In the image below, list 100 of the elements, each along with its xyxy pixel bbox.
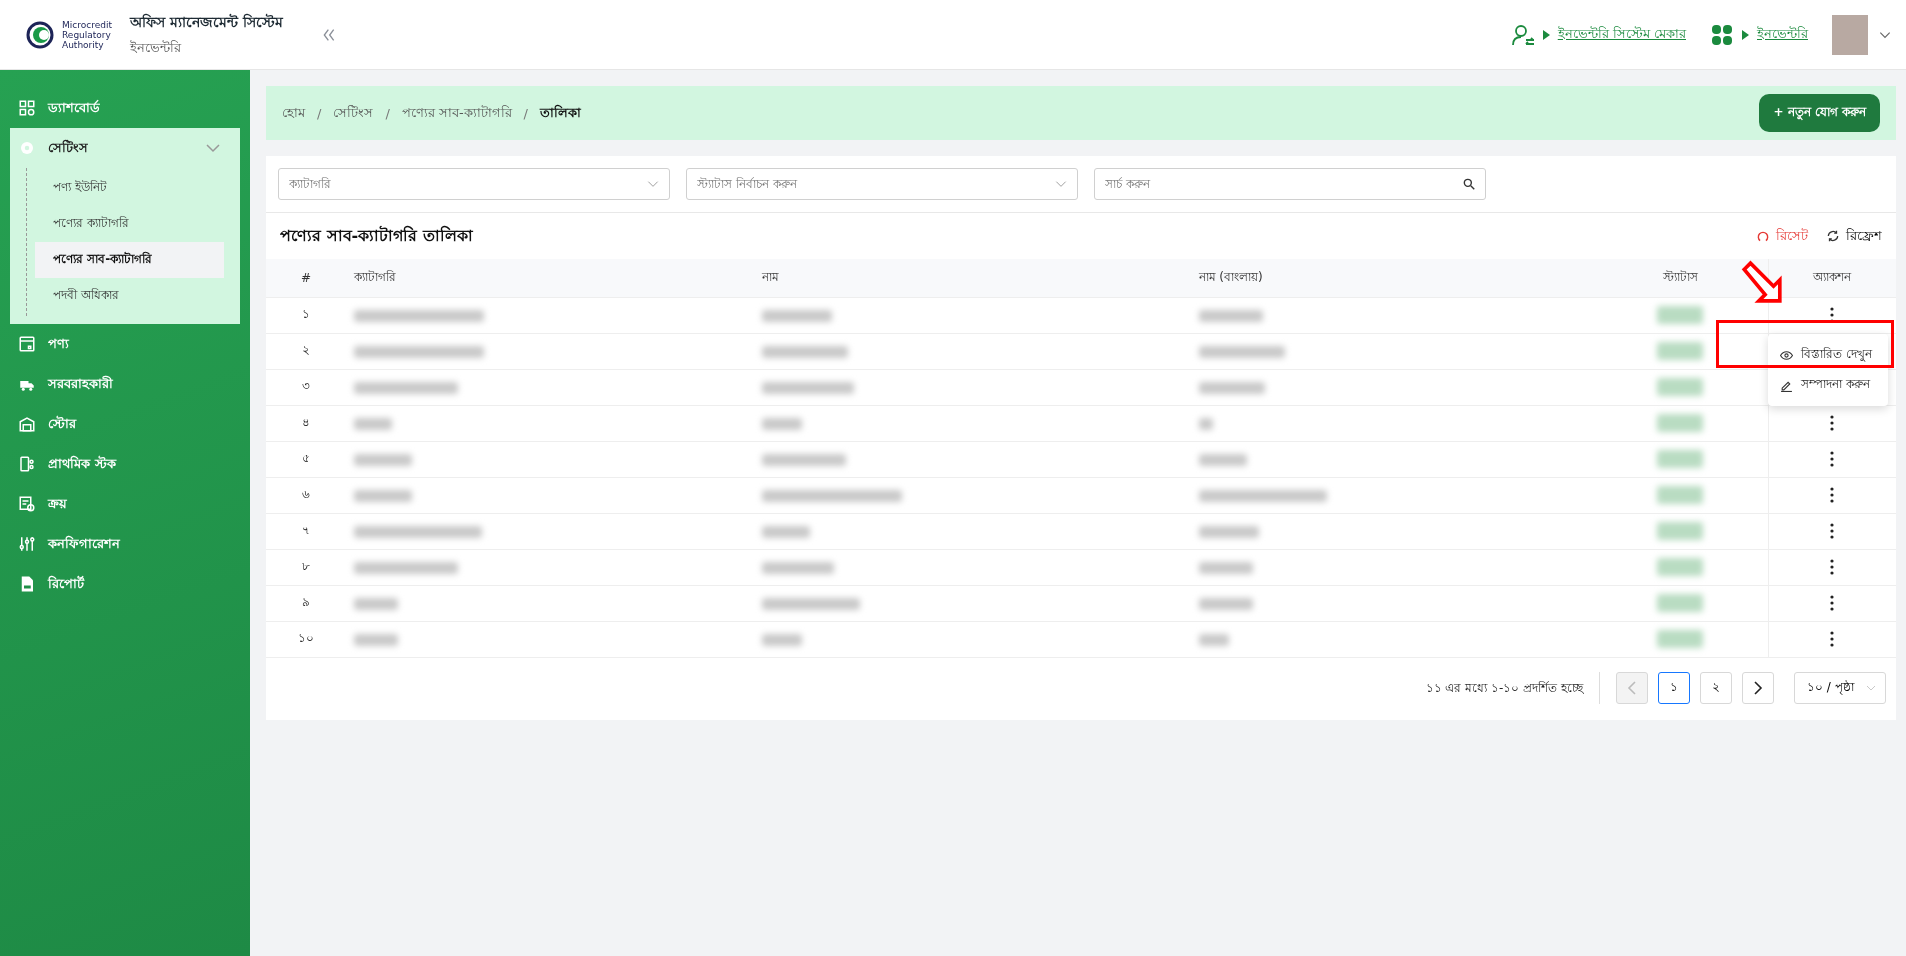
breadcrumb-link[interactable]: হোম xyxy=(282,102,305,124)
page-button[interactable]: ১ xyxy=(1658,671,1690,704)
store-icon xyxy=(18,415,36,433)
more-icon[interactable] xyxy=(1830,595,1835,611)
sidebar-item[interactable]: কনফিগারেশন xyxy=(0,524,250,564)
submenu-item[interactable]: পদবী অধিকার xyxy=(35,278,224,314)
caret-icon xyxy=(1742,29,1749,40)
breadcrumb-separator: / xyxy=(385,105,390,121)
search-icon xyxy=(1462,177,1476,191)
sidebar-item[interactable]: পণ্য xyxy=(0,324,250,364)
column-header: # xyxy=(266,259,346,297)
stock-icon xyxy=(18,455,36,473)
more-icon[interactable] xyxy=(1830,559,1835,575)
breadcrumb-link[interactable]: সেটিংস xyxy=(333,102,374,124)
sidebar-item[interactable]: রিপোর্ট xyxy=(0,564,250,604)
column-header: স্ট্যাটাস xyxy=(1593,259,1768,297)
breadcrumb-separator: / xyxy=(523,105,528,121)
apps-icon[interactable] xyxy=(1710,22,1734,47)
blurred-text xyxy=(1198,561,1253,574)
blurred-status xyxy=(1657,450,1704,468)
menu-item[interactable]: সম্পাদনা করুন xyxy=(1768,370,1888,400)
column-header: ক্যাটাগরি xyxy=(346,259,755,297)
row-number: ১০ xyxy=(266,621,346,657)
blurred-text xyxy=(354,597,398,610)
blurred-text xyxy=(1198,381,1265,394)
next-page-button[interactable] xyxy=(1742,671,1774,704)
document-icon xyxy=(18,495,36,513)
blurred-status xyxy=(1657,306,1704,324)
blurred-text xyxy=(1198,417,1213,430)
user-switch-icon[interactable] xyxy=(1510,22,1535,47)
table-title: পণ্যের সাব-ক্যাটাগরি তালিকা xyxy=(280,224,473,247)
more-icon[interactable] xyxy=(1830,523,1835,539)
blurred-status xyxy=(1657,630,1704,648)
row-number: ২ xyxy=(266,333,346,369)
blurred-text xyxy=(354,633,398,646)
category-select[interactable]: ক্যাটাগরি xyxy=(278,168,670,200)
page-size-select[interactable]: ১০ / পৃষ্ঠা xyxy=(1794,671,1886,704)
blurred-text xyxy=(354,453,412,466)
sidebar-item[interactable]: ক্রয় xyxy=(0,484,250,524)
blurred-status xyxy=(1657,594,1704,612)
more-icon[interactable] xyxy=(1830,631,1835,647)
more-icon[interactable] xyxy=(1830,451,1835,467)
blurred-text xyxy=(354,489,412,502)
column-header: অ্যাকশন xyxy=(1768,259,1896,297)
blurred-text xyxy=(762,417,803,430)
sidebar-item[interactable]: প্রাথমিক স্টক xyxy=(0,444,250,484)
row-number: ৬ xyxy=(266,477,346,513)
row-number: ৮ xyxy=(266,549,346,585)
sidebar-item[interactable]: স্টোর xyxy=(0,404,250,444)
blurred-status xyxy=(1657,522,1704,540)
header-link[interactable]: ইনভেন্টরি সিস্টেম মেকার xyxy=(1557,24,1686,45)
breadcrumb-link[interactable]: পণ্যের সাব-ক্যাটাগরি xyxy=(401,102,512,124)
sidebar-item[interactable]: সেটিংস xyxy=(10,128,240,168)
row-number: ৪ xyxy=(266,405,346,441)
grid-icon xyxy=(18,99,36,117)
breadcrumb-current: তালিকা xyxy=(540,103,581,122)
submenu-item[interactable]: পণ্যের ক্যাটাগরি xyxy=(35,206,224,242)
blurred-text xyxy=(762,525,811,538)
caret-icon xyxy=(1542,29,1550,40)
menu-item[interactable]: বিস্তারিত দেখুন xyxy=(1768,340,1888,370)
blurred-text xyxy=(1198,597,1253,610)
blurred-status xyxy=(1657,558,1704,576)
logo-text: Authority xyxy=(62,39,104,50)
sliders-icon xyxy=(18,535,36,553)
submenu-item[interactable]: পণ্যের সাব-ক্যাটাগরি xyxy=(35,242,224,278)
blurred-status xyxy=(1657,378,1704,396)
row-number: ৭ xyxy=(266,513,346,549)
blurred-text xyxy=(762,309,833,322)
blurred-text xyxy=(1198,525,1259,538)
more-icon[interactable] xyxy=(1830,415,1835,431)
header-link[interactable]: ইনভেন্টরি xyxy=(1757,24,1808,45)
logo-text: Regulatory xyxy=(62,29,112,40)
row-number: ৯ xyxy=(266,585,346,621)
blurred-text xyxy=(354,417,392,430)
arrow-drawing xyxy=(1740,259,1784,303)
reset-button[interactable]: রিসেট xyxy=(1756,225,1808,247)
column-header: নাম (বাংলায়) xyxy=(1190,259,1594,297)
blurred-text xyxy=(1198,633,1229,646)
reset-icon xyxy=(1756,229,1770,243)
sidebar-item[interactable]: সরবরাহকারী xyxy=(0,364,250,404)
refresh-button[interactable]: রিফ্রেশ xyxy=(1826,225,1882,247)
row-number: ৫ xyxy=(266,441,346,477)
blurred-text xyxy=(1198,309,1263,322)
blurred-text xyxy=(762,633,803,646)
app-subtitle: ইনভেন্টরি xyxy=(129,38,183,57)
blurred-status xyxy=(1657,414,1704,432)
more-icon[interactable] xyxy=(1830,487,1835,503)
blurred-status xyxy=(1657,342,1704,360)
logo-text: Microcredit xyxy=(62,19,112,30)
status-select[interactable]: স্ট্যাটাস নির্বাচন করুন xyxy=(686,168,1078,200)
chevron-left-icon xyxy=(1626,680,1638,695)
add-new-button[interactable]: + নতুন যোগ করুন xyxy=(1759,94,1880,132)
submenu-item[interactable]: পণ্য ইউনিট xyxy=(35,170,224,206)
blurred-status xyxy=(1657,486,1704,504)
column-header: নাম xyxy=(754,259,1191,297)
app-title: অফিস ম্যানেজমেন্ট সিস্টেম xyxy=(129,12,283,32)
box-icon xyxy=(18,335,36,353)
page-button[interactable]: ২ xyxy=(1700,671,1732,704)
row-number: ৩ xyxy=(266,369,346,405)
search-field[interactable]: সার্চ করুন xyxy=(1094,168,1486,200)
